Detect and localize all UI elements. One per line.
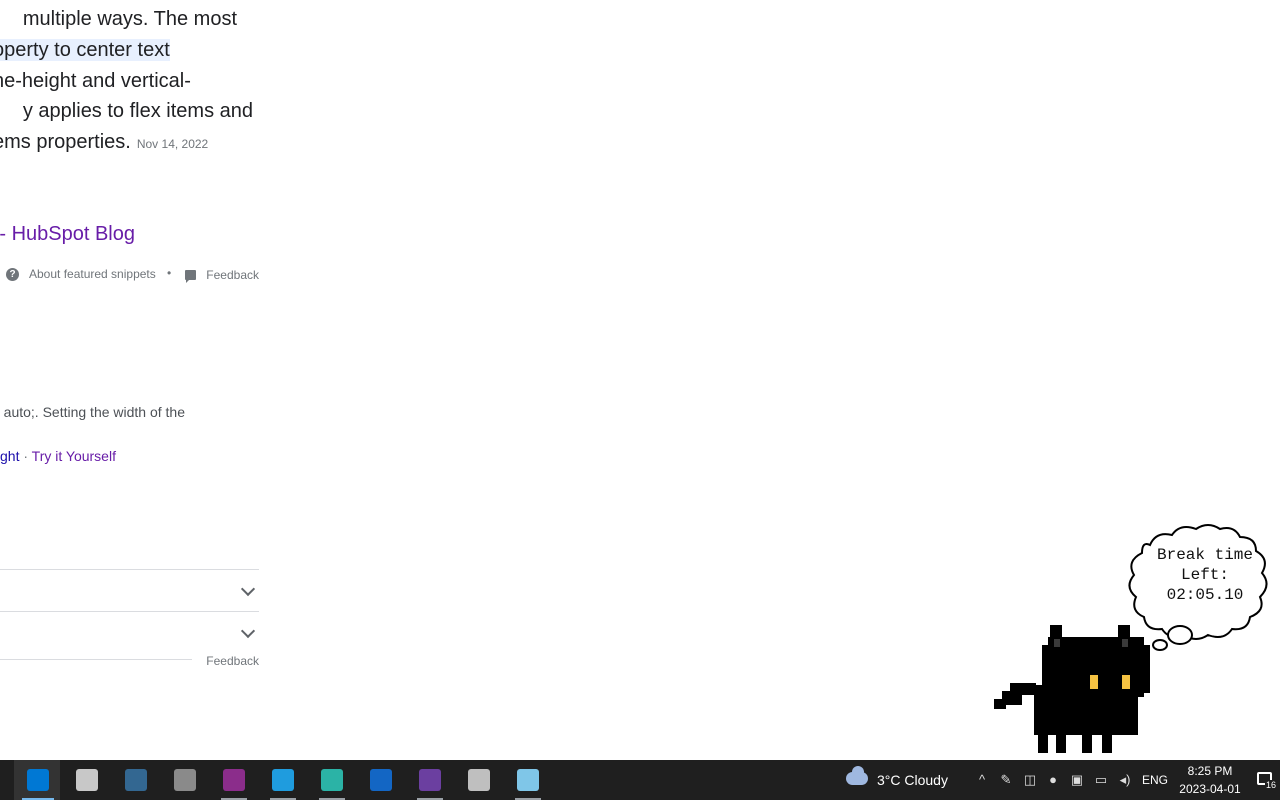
desktop-pet[interactable]: Break time Left: 02:05.10 <box>990 515 1280 760</box>
clock-time: 8:25 PM <box>1187 764 1233 778</box>
music-icon <box>468 769 490 791</box>
winrar-icon <box>223 769 245 791</box>
volume-icon[interactable]: ◂) <box>1113 760 1137 800</box>
camera-icon[interactable]: ◫ <box>1018 760 1042 800</box>
result-sitelinks: ght · Try it Yourself <box>0 448 116 464</box>
separator-dot: • <box>167 266 172 280</box>
feedback-icon[interactable] <box>185 270 196 283</box>
visual-studio-installer-icon <box>419 769 441 791</box>
weather-text: 3°C Cloudy <box>877 772 948 788</box>
snippet-footer: ? About featured snippets • Feedback <box>0 264 259 284</box>
cloud-icon <box>846 766 868 785</box>
edge-dev-icon <box>321 769 343 791</box>
notification-count: 16 <box>1265 780 1278 790</box>
snippet-source-link[interactable]: - HubSpot Blog <box>0 223 135 246</box>
taskbar-app-edge[interactable] <box>259 760 305 800</box>
people-also-ask-question[interactable] <box>0 611 259 653</box>
clock-date: 2023-04-01 <box>1179 782 1241 796</box>
chevron-down-icon <box>240 581 256 597</box>
snippet-highlight: operty to center text <box>0 39 170 61</box>
snippet-line-2: operty to center text <box>0 35 170 65</box>
taskbar-app-photos[interactable] <box>357 760 403 800</box>
microphone-icon[interactable]: ● <box>1041 760 1065 800</box>
taskbar-app-postgres[interactable] <box>112 760 158 800</box>
vscode-icon <box>27 769 49 791</box>
battery-icon[interactable]: ▭ <box>1089 760 1113 800</box>
chevron-down-icon <box>240 623 256 639</box>
network-icon[interactable]: ▣ <box>1065 760 1089 800</box>
snippet-date: Nov 14, 2022 <box>136 137 209 151</box>
people-also-ask-question[interactable] <box>0 569 259 611</box>
people-also-ask-feedback-link[interactable]: Feedback <box>206 654 259 668</box>
help-icon[interactable]: ? <box>6 268 19 281</box>
database-icon <box>76 769 98 791</box>
taskbar-app-edge-dev[interactable] <box>308 760 354 800</box>
taskbar: 3°C Cloudy ^ ✎ ◫ ● ▣ ▭ ◂) ENG 8:25 PM 20… <box>0 760 1280 800</box>
about-featured-snippets-link[interactable]: About featured snippets <box>29 267 156 281</box>
sitelink-try-it-yourself[interactable]: Try it Yourself <box>32 448 116 464</box>
taskbar-app-visual-studio-installer[interactable] <box>406 760 452 800</box>
snippet-line-5-text: ems properties. <box>0 131 131 153</box>
snippet-line-1: multiple ways. The most <box>22 8 237 30</box>
taskbar-app-tool[interactable] <box>161 760 207 800</box>
snippet-line-3: ne-height and vertical- <box>0 70 191 92</box>
snippet-feedback-link[interactable]: Feedback <box>206 268 259 282</box>
show-hidden-icons-chevron-up-icon[interactable]: ^ <box>970 760 994 800</box>
edge-icon <box>272 769 294 791</box>
taskbar-app-music[interactable] <box>455 760 501 800</box>
sitelink-1[interactable]: ght <box>0 448 19 464</box>
taskbar-app-database[interactable] <box>63 760 109 800</box>
pen-icon[interactable]: ✎ <box>994 760 1018 800</box>
break-timer-text: Break time Left: 02:05.10 <box>1156 546 1253 604</box>
taskbar-app-winrar[interactable] <box>210 760 256 800</box>
taskbar-app-vscode[interactable] <box>14 760 60 800</box>
taskbar-app-notepad[interactable] <box>504 760 550 800</box>
notepad-icon <box>517 769 539 791</box>
photos-icon <box>370 769 392 791</box>
clock[interactable]: 8:25 PM 2023-04-01 <box>1176 762 1244 798</box>
result-description: auto;. Setting the width of the <box>3 404 185 420</box>
weather-widget[interactable]: 3°C Cloudy <box>842 760 962 800</box>
language-indicator[interactable]: ENG <box>1142 760 1168 800</box>
notification-center[interactable]: 16 <box>1252 760 1280 800</box>
divider <box>0 659 192 660</box>
snippet-line-4: y applies to flex items and <box>22 100 253 122</box>
postgres-icon <box>125 769 147 791</box>
snippet-line-5: ems properties. Nov 14, 2022 <box>0 127 208 159</box>
tool-icon <box>174 769 196 791</box>
search-results-panel: multiple ways. The most operty to center… <box>0 0 260 760</box>
sitelink-separator: · <box>23 448 29 464</box>
